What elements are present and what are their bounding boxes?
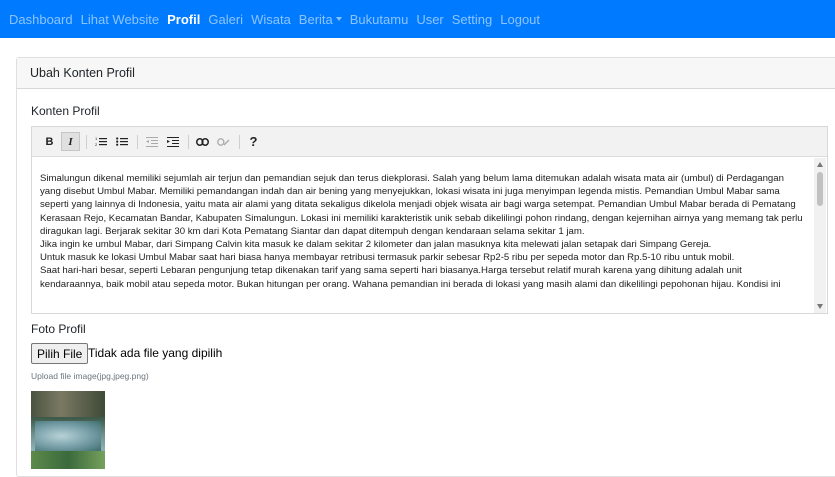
unlink-icon[interactable] [214, 132, 233, 151]
link-icon[interactable] [193, 132, 212, 151]
toolbar-divider [137, 134, 138, 149]
nav-lihat-website[interactable]: Lihat Website [81, 12, 160, 27]
nav-dashboard[interactable]: Dashboard [9, 12, 73, 27]
svg-text:1: 1 [95, 136, 98, 141]
photo-foliage [31, 451, 105, 469]
toolbar-divider [239, 134, 240, 149]
nav-user[interactable]: User [416, 12, 443, 27]
nav-wisata[interactable]: Wisata [251, 12, 291, 27]
content-paragraph: Simalungun dikenal memiliki sejumlah air… [40, 173, 803, 237]
top-navbar: Dashboard Lihat Website Profil Galeri Wi… [0, 0, 835, 38]
nav-berita-dropdown[interactable]: Berita [299, 12, 342, 27]
editor-toolbar: B I 12 ? [32, 127, 827, 157]
file-status-text: Tidak ada file yang dipilih [88, 346, 223, 360]
file-hint-text: Upload file image(jpg,jpeg.png) [31, 371, 149, 381]
nav-profil[interactable]: Profil [167, 12, 200, 27]
help-icon[interactable]: ? [244, 132, 263, 151]
nav-logout[interactable]: Logout [500, 12, 540, 27]
scroll-up-icon[interactable] [817, 162, 823, 167]
outdent-icon[interactable] [142, 132, 161, 151]
photo-rocks [31, 391, 105, 417]
scroll-down-icon[interactable] [817, 304, 823, 309]
ordered-list-icon[interactable]: 12 [91, 132, 110, 151]
italic-icon[interactable]: I [61, 132, 80, 151]
scrollbar-thumb[interactable] [817, 172, 823, 206]
content-paragraph: Untuk masuk ke lokasi Umbul Mabar saat h… [40, 252, 735, 264]
toolbar-divider [86, 134, 87, 149]
indent-icon[interactable] [163, 132, 182, 151]
content-paragraph: Saat hari-hari besar, seperti Lebaran pe… [40, 265, 781, 290]
unordered-list-icon[interactable] [112, 132, 131, 151]
editor-scrollbar[interactable] [814, 158, 826, 313]
nav-berita-label: Berita [298, 11, 333, 27]
nav-setting[interactable]: Setting [452, 12, 492, 27]
photo-water [35, 421, 101, 451]
rich-text-editor: B I 12 ? Simalungun dikenal memiliki sej… [31, 126, 828, 314]
content-label: Konten Profil [31, 104, 100, 118]
toolbar-divider [188, 134, 189, 149]
card-header: Ubah Konten Profil [17, 58, 835, 89]
caret-down-icon [335, 17, 342, 21]
profile-photo-thumbnail [31, 391, 105, 469]
content-paragraph: Jika ingin ke umbul Mabar, dari Simpang … [40, 239, 712, 251]
nav-bukutamu[interactable]: Bukutamu [350, 12, 409, 27]
choose-file-button[interactable]: Pilih File [31, 343, 89, 364]
svg-text:2: 2 [95, 142, 98, 147]
nav-galeri[interactable]: Galeri [208, 12, 243, 27]
photo-label: Foto Profil [31, 322, 86, 336]
bold-icon[interactable]: B [40, 132, 59, 151]
editor-content[interactable]: Simalungun dikenal memiliki sejumlah air… [32, 158, 815, 313]
